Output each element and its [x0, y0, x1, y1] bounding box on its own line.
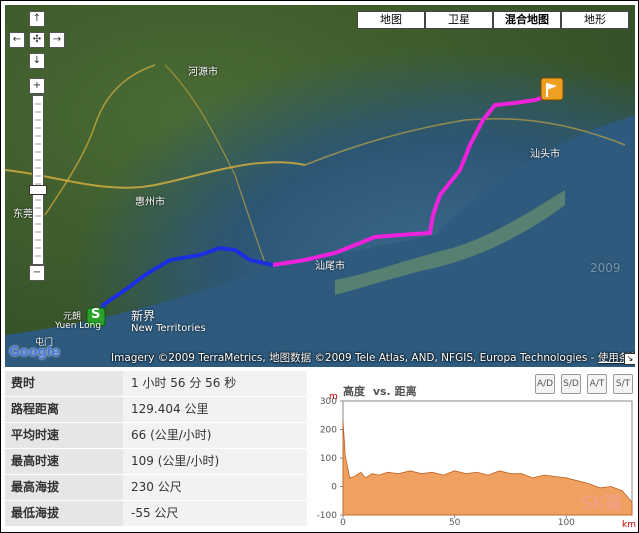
- place-label: New Territories: [131, 323, 206, 334]
- stats-label: 最高海拔: [5, 475, 123, 500]
- stats-row: 最高海拔 230 公尺: [5, 475, 307, 501]
- y-unit-label: m: [329, 392, 338, 402]
- place-label: 汕头市: [530, 149, 560, 160]
- stats-label: 最低海拔: [5, 501, 123, 526]
- y-tick-label: 200: [320, 426, 337, 436]
- finish-flag-icon[interactable]: [540, 77, 564, 101]
- stats-row: 费时 1 小时 56 分 56 秒: [5, 371, 307, 397]
- zoom-slider-track[interactable]: [32, 95, 44, 265]
- copyright-text: Imagery ©2009 TerraMetrics, 地图数据 ©2009 T…: [111, 352, 598, 364]
- trip-stats-table: 费时 1 小时 56 分 56 秒 路程距离 129.404 公里 平均时速 66 (…: [5, 371, 307, 527]
- elevation-chart: -10001002003000 50 100mkmSK猫: [317, 392, 636, 530]
- highway-road: [5, 161, 306, 189]
- y-tick-label: -100: [317, 511, 338, 521]
- pan-down-icon[interactable]: ↓: [29, 53, 45, 69]
- elevation-panel: 高度 vs. 距离 A/D S/D A/T S/T -100 0 100 200 300…: [311, 371, 637, 531]
- zoom-in-icon[interactable]: +: [29, 78, 45, 94]
- stats-label: 路程距离: [5, 397, 123, 422]
- stats-row: 最高时速 109 (公里/小时): [5, 449, 307, 475]
- watermark-text: 2009: [590, 261, 621, 275]
- stats-label: 平均时速: [5, 423, 123, 448]
- x-tick-label: 100: [558, 518, 575, 528]
- x-tick-label: 0: [340, 518, 346, 528]
- y-tick-label: 100: [320, 454, 337, 464]
- stats-value: 230 公尺: [123, 475, 307, 500]
- zoom-out-icon[interactable]: −: [29, 265, 45, 281]
- y-tick-label: 0: [331, 483, 337, 493]
- route-panel: S 河源市 惠州市 东莞 汕尾市 汕头市 新界 New Territories …: [0, 0, 639, 533]
- map-copyright: Imagery ©2009 TerraMetrics, 地图数据 ©2009 T…: [111, 350, 635, 365]
- x-unit-label: km: [622, 520, 636, 530]
- place-label: 新界: [131, 309, 156, 323]
- pan-up-icon[interactable]: ↑: [29, 11, 45, 27]
- stats-row: 路程距离 129.404 公里: [5, 397, 307, 423]
- stats-row: 平均时速 66 (公里/小时): [5, 423, 307, 449]
- collapse-overview-icon[interactable]: ↘: [624, 353, 635, 365]
- stats-label: 费时: [5, 371, 123, 396]
- stats-row: 最低海拔 -55 公尺: [5, 501, 307, 527]
- place-label: 东莞: [13, 209, 33, 220]
- place-label: 汕尾市: [315, 261, 345, 272]
- stats-value: 66 (公里/小时): [123, 423, 307, 448]
- stats-value: 1 小时 56 分 56 秒: [123, 371, 307, 396]
- place-label: 惠州市: [135, 197, 165, 208]
- place-label: Yuen Long: [55, 321, 102, 331]
- start-marker-label: S: [91, 307, 101, 322]
- stats-value: 109 (公里/小时): [123, 449, 307, 474]
- map-view[interactable]: S 河源市 惠州市 东莞 汕尾市 汕头市 新界 New Territories …: [5, 5, 635, 367]
- place-label: 河源市: [188, 67, 218, 78]
- pan-right-icon[interactable]: →: [49, 32, 65, 48]
- x-tick-label: 50: [449, 518, 461, 528]
- google-logo[interactable]: Google: [9, 345, 60, 360]
- pan-center-icon[interactable]: ✣: [29, 32, 45, 48]
- zoom-ticks: [35, 103, 41, 257]
- map-type-map-button[interactable]: 地图: [357, 11, 425, 29]
- watermark-text: SK猫: [581, 493, 622, 514]
- map-type-hybrid-button[interactable]: 混合地图: [493, 11, 561, 29]
- stats-label: 最高时速: [5, 449, 123, 474]
- pan-left-icon[interactable]: ←: [9, 32, 25, 48]
- map-type-terrain-button[interactable]: 地形: [561, 11, 629, 29]
- zoom-slider-handle[interactable]: [29, 185, 47, 195]
- map-type-satellite-button[interactable]: 卫星: [425, 11, 493, 29]
- stats-value: 129.404 公里: [123, 397, 307, 422]
- stats-value: -55 公尺: [123, 501, 307, 526]
